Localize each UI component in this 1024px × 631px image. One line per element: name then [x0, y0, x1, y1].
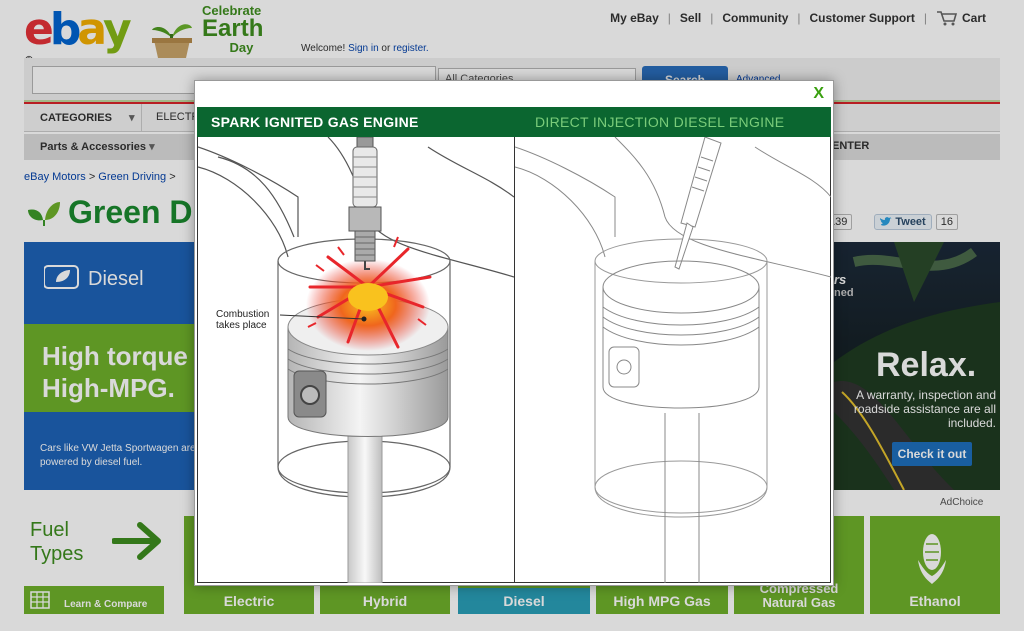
- engine-comparison-modal: X SPARK IGNITED GAS ENGINE DIRECT INJECT…: [194, 80, 834, 586]
- diesel-engine-illustration: [515, 137, 831, 583]
- tab-gas-engine[interactable]: SPARK IGNITED GAS ENGINE: [211, 114, 419, 130]
- gas-engine-illustration: [198, 137, 514, 583]
- tab-diesel-engine[interactable]: DIRECT INJECTION DIESEL ENGINE: [535, 114, 784, 130]
- combustion-point: [361, 316, 367, 322]
- diesel-cylinder-outline: [594, 238, 768, 518]
- diesel-head-outline: [515, 137, 831, 278]
- diesel-injector: [674, 137, 722, 270]
- combustion-callout: Combustion takes place: [216, 309, 269, 331]
- ebay-green-driving-page: ebay® Celebrate Earth Day Welcome! Sign …: [0, 0, 1024, 631]
- diesel-piston-outline: [602, 260, 760, 583]
- modal-body: Combustion takes place: [197, 137, 831, 583]
- connecting-rod: [347, 416, 383, 583]
- spark-plug: [348, 137, 382, 270]
- close-button[interactable]: X: [813, 84, 824, 104]
- combustion-callout-line2: takes place: [216, 320, 267, 331]
- combustion-callout-line1: Combustion: [216, 309, 270, 320]
- modal-header: SPARK IGNITED GAS ENGINE DIRECT INJECTIO…: [197, 107, 831, 137]
